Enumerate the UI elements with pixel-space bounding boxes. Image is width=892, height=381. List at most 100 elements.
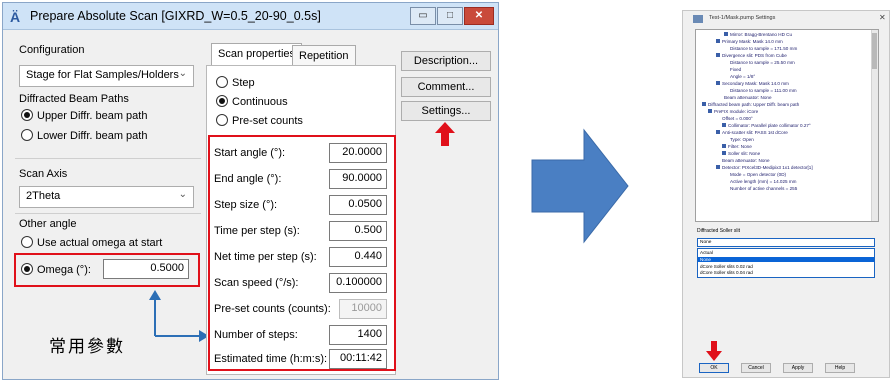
tree-item[interactable]: Diffracted beam path: Upper Diffr. beam … xyxy=(702,102,799,108)
soller-slit-options[interactable]: Actual None dCore Soller slits 0.02 rad … xyxy=(697,248,875,278)
radio-step[interactable]: Step xyxy=(216,76,255,89)
number-of-steps-label: Number of steps: xyxy=(214,329,298,341)
description-button[interactable]: Description... xyxy=(401,51,491,71)
soller-option[interactable]: dCore Soller slits 0.02 rad xyxy=(700,264,753,269)
radio-unchecked-icon xyxy=(21,236,33,248)
minimize-button[interactable]: ▭ xyxy=(410,7,436,25)
prepare-scan-dialog: Ä Prepare Absolute Scan [GIXRD_W=0.5_20-… xyxy=(2,2,499,380)
time-per-step-input[interactable]: 0.500 xyxy=(329,221,387,241)
scan-speed-label: Scan speed (°/s): xyxy=(214,277,299,289)
radio-unchecked-icon xyxy=(216,76,228,88)
other-angle-label: Other angle xyxy=(19,218,77,230)
settings-button[interactable]: Settings... xyxy=(401,101,491,121)
end-angle-label: End angle (°): xyxy=(214,173,282,185)
tree-item[interactable]: Distance to sample = 171.50 mm xyxy=(730,46,797,52)
radio-label: Continuous xyxy=(232,96,288,108)
tree-item[interactable]: Filter: None xyxy=(722,144,752,150)
cancel-button[interactable]: Cancel xyxy=(741,363,771,373)
scan-axis-label: Scan Axis xyxy=(19,168,68,180)
tree-item[interactable]: Offset = 0.000° xyxy=(722,116,753,122)
annotation-arrow-icon xyxy=(149,290,209,342)
red-down-arrow-icon xyxy=(706,341,722,361)
diffracted-beam-label: Diffracted Beam Paths xyxy=(19,93,129,105)
close-button[interactable]: ✕ xyxy=(464,7,494,25)
scan-axis-dropdown[interactable]: 2Theta ⌄ xyxy=(19,186,194,208)
scan-speed-input[interactable]: 0.100000 xyxy=(329,273,387,293)
close-icon[interactable]: ✕ xyxy=(879,13,886,22)
divider xyxy=(15,213,201,214)
tree-item[interactable]: Type: Open xyxy=(730,137,754,143)
tree-item[interactable]: Divergence slit: PDS from Cube xyxy=(716,53,787,59)
step-size-input[interactable]: 0.0500 xyxy=(329,195,387,215)
tree-scrollbar-thumb[interactable] xyxy=(872,33,877,69)
radio-unchecked-icon xyxy=(21,129,33,141)
app-icon: Ä xyxy=(10,9,21,25)
tree-item[interactable]: Anti-scatter slit: PASS 1st dCore xyxy=(716,130,788,136)
radio-label: Upper Diffr. beam path xyxy=(37,110,148,122)
net-time-per-step-label: Net time per step (s): xyxy=(214,251,317,263)
red-up-arrow-icon xyxy=(435,122,455,146)
big-right-arrow-icon xyxy=(531,128,629,244)
tree-item[interactable]: Secondary Mask: Mask 14.0 mm xyxy=(716,81,789,87)
tree-item[interactable]: Beam attenuator: None xyxy=(722,158,770,164)
radio-checked-icon xyxy=(21,263,33,275)
configuration-label: Configuration xyxy=(19,44,85,56)
tree-item[interactable]: Fixed xyxy=(730,67,741,73)
chevron-down-icon: ⌄ xyxy=(178,189,187,200)
tree-item[interactable]: Angle = 1/8° xyxy=(730,74,755,80)
tree-item[interactable]: Distance to sample = 111.00 mm xyxy=(730,88,797,94)
ok-button[interactable]: OK xyxy=(699,363,729,373)
help-button[interactable]: Help xyxy=(825,363,855,373)
tree-item[interactable]: Number of active channels = 255 xyxy=(730,186,797,192)
estimated-time-value: 00:11:42 xyxy=(329,349,387,369)
tree-item[interactable]: Detector: PIXcel3D-Medipix3 1x1 detector… xyxy=(716,165,813,171)
radio-use-actual-omega[interactable]: Use actual omega at start xyxy=(21,236,162,249)
soller-option[interactable]: Actual xyxy=(700,250,713,255)
radio-checked-icon xyxy=(216,95,228,107)
tree-item[interactable]: Active length (mm) = 14.025 mm xyxy=(730,179,797,185)
radio-label: Lower Diffr. beam path xyxy=(37,130,148,142)
number-of-steps-input[interactable]: 1400 xyxy=(329,325,387,345)
soller-slit-dropdown[interactable]: None xyxy=(697,238,875,247)
start-angle-input[interactable]: 20.0000 xyxy=(329,143,387,163)
radio-upper-beam-path[interactable]: Upper Diffr. beam path xyxy=(21,109,147,122)
tree-item[interactable]: Distance to sample = 25.50 mm xyxy=(730,60,795,66)
soller-option-selected[interactable]: None xyxy=(698,257,874,262)
tree-item[interactable]: Primary Mask: Mask 14.0 mm xyxy=(716,39,783,45)
tab-scan-properties[interactable]: Scan properties xyxy=(211,43,303,67)
step-size-label: Step size (°): xyxy=(214,199,278,211)
tree-item[interactable]: Soller slit: None xyxy=(722,151,760,157)
radio-checked-icon xyxy=(21,109,33,121)
tree-item[interactable]: Mode = Open detector (0D) xyxy=(730,172,786,178)
tree-item[interactable]: Mirror: Bragg-Brentano HD Cu xyxy=(724,32,792,38)
scan-axis-value: 2Theta xyxy=(26,190,61,202)
tree-item[interactable]: Collimator: Parallel plate collimator 0.… xyxy=(722,123,811,129)
tree-item[interactable]: PreFIX module: iCore xyxy=(708,109,758,115)
configuration-value: Stage for Flat Samples/Holders xyxy=(26,69,179,81)
apply-button[interactable]: Apply xyxy=(783,363,813,373)
preset-counts-input: 10000 xyxy=(339,299,387,319)
comment-button[interactable]: Comment... xyxy=(401,77,491,97)
radio-omega[interactable]: Omega (°): xyxy=(21,263,91,276)
soller-option[interactable]: dCore Soller slits 0.04 rad xyxy=(700,270,753,275)
net-time-per-step-value: 0.440 xyxy=(329,247,387,267)
radio-label: Omega (°): xyxy=(37,264,91,276)
common-parameters-annotation: 常用參數 xyxy=(49,337,125,357)
dialog-title: Prepare Absolute Scan [GIXRD_W=0.5_20-90… xyxy=(30,9,321,23)
soller-slit-label: Diffracted Soller slit xyxy=(697,228,740,234)
omega-input[interactable]: 0.5000 xyxy=(103,259,189,279)
window-icon xyxy=(693,15,703,23)
radio-continuous[interactable]: Continuous xyxy=(216,95,288,108)
settings-tree[interactable]: Mirror: Bragg-Brentano HD Cu Primary Mas… xyxy=(695,29,879,222)
end-angle-input[interactable]: 90.0000 xyxy=(329,169,387,189)
configuration-dropdown[interactable]: Stage for Flat Samples/Holders ⌄ xyxy=(19,65,194,87)
radio-preset-counts[interactable]: Pre-set counts xyxy=(216,114,303,127)
maximize-button[interactable]: □ xyxy=(437,7,463,25)
tree-item[interactable]: Beam attenuator: None xyxy=(724,95,772,101)
chevron-down-icon: ⌄ xyxy=(178,68,187,79)
dialog-title-bar: Ä Prepare Absolute Scan [GIXRD_W=0.5_20-… xyxy=(3,3,498,30)
settings-window-title: Test-1/Mask.pump Settings xyxy=(709,15,776,21)
tab-repetition[interactable]: Repetition xyxy=(292,45,356,67)
radio-lower-beam-path[interactable]: Lower Diffr. beam path xyxy=(21,129,147,142)
radio-unchecked-icon xyxy=(216,114,228,126)
